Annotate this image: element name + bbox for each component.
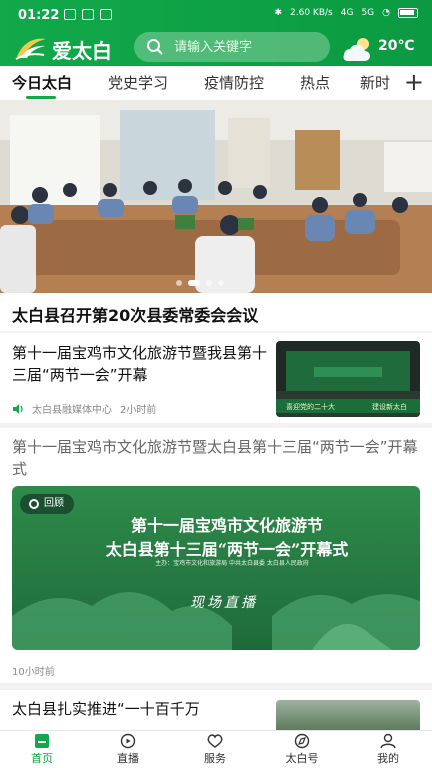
notification-icons: [64, 9, 112, 20]
nav-label: 直播: [117, 752, 139, 765]
news-title: 第十一届宝鸡市文化旅游节暨太白县第十三届“两节一会”开幕式: [12, 438, 418, 478]
signal-label: 5G: [361, 8, 375, 18]
nav-label: 首页: [31, 752, 53, 765]
banner-title: 太白县召开第20次县委常委会会议: [12, 306, 259, 325]
nav-home[interactable]: 首页: [12, 733, 72, 766]
tab-today-taibai[interactable]: 今日太白: [12, 72, 72, 93]
message-icon: [82, 9, 94, 20]
status-time: 01:22: [18, 8, 60, 23]
battery-icon: [398, 8, 418, 18]
network-type: 4G: [340, 8, 354, 18]
nav-taibai-account[interactable]: 太白号: [272, 733, 332, 766]
news-thumbnail: 喜迎党的二十大 建设新太白: [276, 341, 420, 417]
nav-live[interactable]: 直播: [98, 733, 158, 766]
news-title: 第十一届宝鸡市文化旅游节暨我县第十三届“两节一会”开幕: [12, 344, 268, 384]
wifi-icon: ◔: [382, 8, 390, 18]
app-bar: 爱太白 20℃: [0, 30, 432, 66]
live-poster[interactable]: 回顾 第十一届宝鸡市文化旅游节 太白县第十三届“两节一会”开幕式 主办：宝鸡市文…: [12, 486, 420, 650]
cloud-sun-icon: [343, 38, 370, 61]
network-speed: 2.60 KB/s: [290, 8, 333, 18]
thumb-caption-left: 喜迎党的二十大: [286, 402, 335, 411]
nav-label: 服务: [204, 752, 226, 765]
nav-mine[interactable]: 我的: [358, 733, 418, 766]
news-title: 太白县扎实推进“一十百千万: [12, 700, 200, 718]
app-title: 爱太白: [52, 39, 112, 63]
active-tab-indicator: [26, 96, 56, 99]
temperature: 20℃: [378, 38, 415, 54]
bottom-navigation: 首页 直播 服务 太白号 我的: [0, 730, 432, 768]
plus-icon[interactable]: +: [404, 68, 424, 96]
poster-title-line1: 第十一届宝鸡市文化旅游节: [130, 516, 323, 535]
headline-banner[interactable]: [0, 100, 432, 293]
app-header: 01:22 ✱ 2.60 KB/s 4G 5G ◔ 爱太白 请输入关键字 20℃: [0, 0, 432, 66]
banner-image: [0, 100, 432, 293]
logo-icon: [15, 38, 46, 60]
poster-organizers: 主办：宝鸡市文化和旅游局 中共太白县委 太白县人民政府: [155, 560, 309, 567]
status-right: ✱ 2.60 KB/s 4G 5G ◔: [274, 8, 418, 18]
banner-caption[interactable]: 太白县召开第20次县委常委会会议: [0, 293, 432, 331]
thumb-caption-right: 建设新太白: [372, 402, 407, 411]
news-time: 2小时前: [120, 405, 157, 416]
nav-service[interactable]: 服务: [185, 733, 245, 766]
news-source: 太白县融媒体中心: [32, 405, 112, 416]
tab-new-era[interactable]: 新时: [360, 72, 390, 93]
pager-dot[interactable]: [206, 280, 212, 286]
pager-dot-active[interactable]: [188, 280, 200, 286]
nav-label: 太白号: [285, 752, 319, 765]
news-meta: 太白县融媒体中心 2小时前: [12, 401, 156, 416]
banner-pager: [176, 280, 224, 286]
pager-dot[interactable]: [218, 280, 224, 286]
heart-service-icon: [207, 734, 223, 748]
poster-live-text: 现场直播: [190, 595, 258, 611]
notification-icon-2: [100, 9, 112, 20]
news-thumbnail: [276, 700, 420, 730]
home-icon: [35, 734, 49, 748]
search-bar[interactable]: [134, 32, 330, 62]
user-icon: [380, 733, 396, 749]
tab-hot[interactable]: 热点: [300, 72, 330, 93]
speaker-icon[interactable]: [12, 403, 24, 414]
pager-dot[interactable]: [176, 280, 182, 286]
search-input[interactable]: [174, 37, 324, 57]
news-time: 10小时前: [12, 667, 55, 678]
channel-tabs: 今日太白 党史学习 疫情防控 热点 新时 +: [0, 66, 432, 100]
tab-epidemic[interactable]: 疫情防控: [204, 72, 264, 93]
bluetooth-icon: ✱: [274, 8, 283, 18]
notification-icon-1: [64, 9, 76, 20]
news-item-video[interactable]: 第十一届宝鸡市文化旅游节暨太白县第十三届“两节一会”开幕式 回顾 第十一届宝鸡市…: [0, 428, 432, 683]
news-item[interactable]: 太白县扎实推进“一十百千万: [0, 690, 432, 730]
tab-party-history[interactable]: 党史学习: [108, 72, 168, 93]
compass-icon: [294, 733, 310, 749]
poster-title-line2: 太白县第十三届“两节一会”开幕式: [105, 540, 349, 559]
nav-label: 我的: [377, 752, 399, 765]
replay-badge[interactable]: 回顾: [20, 494, 74, 514]
news-item[interactable]: 第十一届宝鸡市文化旅游节暨我县第十三届“两节一会”开幕 太白县融媒体中心 2小时…: [0, 333, 432, 423]
search-icon: [147, 39, 163, 55]
live-icon: [120, 733, 136, 749]
status-bar: 01:22 ✱ 2.60 KB/s 4G 5G ◔: [0, 0, 432, 30]
